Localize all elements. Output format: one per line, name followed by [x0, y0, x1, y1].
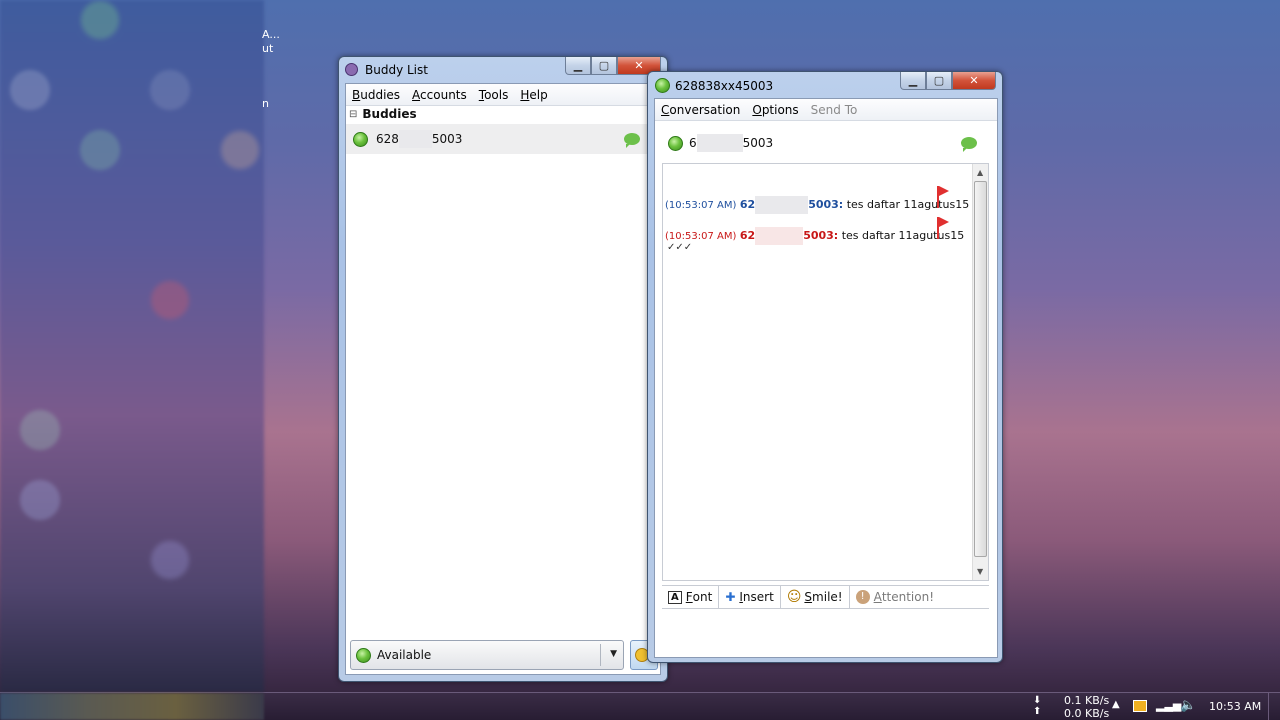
window-title: Buddy List — [365, 63, 428, 77]
insert-button[interactable]: ✚ Insert — [719, 586, 781, 608]
menu-buddies[interactable]: Buddies — [346, 88, 406, 102]
redacted-block — [755, 196, 809, 214]
message-timestamp: (10:53:07 AM) — [665, 200, 737, 211]
conversation-titlebar[interactable]: 628838xx45003 ▁ ▢ ✕ — [648, 72, 1002, 98]
menu-conversation[interactable]: Conversation — [655, 103, 746, 117]
plus-icon: ✚ — [725, 590, 736, 604]
taskbar-left-blurred — [0, 693, 264, 720]
font-button[interactable]: A Font — [662, 586, 720, 608]
chat-bubble-icon — [624, 133, 640, 148]
contact-name-prefix: 6 — [689, 136, 697, 150]
buddy-list-client: Buddies Accounts Tools Help ⊟ Buddies 62… — [345, 83, 661, 675]
taskbar: ⬇ ⬆ 0.1 KB/s 0.0 KB/s ▲ ▂▃▅ 🔈 10:53 AM — [0, 692, 1280, 720]
message-sender-prefix: 62 — [739, 198, 756, 211]
conversation-window: 628838xx45003 ▁ ▢ ✕ Conversation Options… — [647, 71, 1003, 663]
message-input[interactable] — [662, 611, 989, 653]
smile-button[interactable]: ☺ Smile! — [781, 586, 850, 608]
buddy-name-prefix: 628 — [376, 132, 399, 146]
scroll-up-arrow[interactable]: ▲ — [977, 168, 983, 177]
attention-icon: ! — [855, 590, 870, 604]
available-status-icon — [655, 78, 670, 93]
show-desktop-button[interactable] — [1268, 693, 1280, 720]
buddy-list-menubar: Buddies Accounts Tools Help — [346, 84, 660, 106]
minimize-button[interactable]: ▁ — [900, 72, 926, 90]
menu-options[interactable]: Options — [746, 103, 804, 117]
desktop-label-fragment: A... — [262, 28, 280, 41]
dropdown-divider — [600, 644, 601, 666]
delivery-checkmarks: ✓✓✓ — [667, 242, 693, 253]
message-text: tes daftar 11agutus15 — [841, 229, 965, 242]
action-center-icon[interactable] — [1133, 700, 1147, 712]
message-row: (10:53:07 AM) 62 5003: tes daftar 11agutu… — [665, 196, 969, 214]
message-history[interactable]: (10:53:07 AM) 62 5003: tes daftar 11agutu… — [662, 163, 989, 581]
redacted-block — [398, 130, 432, 148]
message-timestamp: (10:53:07 AM) — [665, 231, 737, 242]
conversation-menubar: Conversation Options Send To — [655, 99, 997, 121]
buddy-list-window: Buddy List ▁ ▢ ✕ Buddies Accounts Tools … — [338, 56, 668, 682]
window-title: 628838xx45003 — [675, 79, 774, 93]
available-status-icon — [356, 647, 371, 663]
font-icon: A — [668, 590, 682, 604]
available-status-icon — [668, 135, 683, 151]
minimize-button[interactable]: ▁ — [565, 57, 591, 75]
menu-send-to: Send To — [810, 102, 858, 117]
pidgin-icon — [345, 63, 358, 76]
attention-button[interactable]: ! Attention! — [850, 586, 940, 608]
volume-icon[interactable]: 🔈 — [1180, 698, 1196, 713]
close-button[interactable]: ✕ — [952, 72, 996, 90]
network-speed-icon: ⬇ ⬆ — [1033, 695, 1042, 717]
chevron-down-icon[interactable]: ▼ — [610, 649, 617, 659]
available-status-icon — [353, 131, 368, 147]
chat-bubble-icon — [961, 137, 977, 152]
buddy-list-titlebar[interactable]: Buddy List ▁ ▢ ✕ — [339, 57, 667, 83]
redacted-block — [755, 227, 804, 245]
buddy-name-suffix: 5003 — [431, 132, 463, 146]
menu-help[interactable]: Help — [514, 88, 553, 102]
message-sender-suffix: 5003: — [808, 198, 844, 211]
message-sender-prefix: 62 — [739, 229, 756, 242]
signal-icon[interactable]: ▂▃▅ — [1156, 699, 1181, 712]
format-toolbar: A Font ✚ Insert ☺ Smile! ! Attention! — [662, 585, 989, 609]
menu-accounts[interactable]: Accounts — [406, 88, 473, 102]
flag-icon-cloth — [939, 217, 949, 227]
download-speed: 0.0 KB/s — [1064, 707, 1110, 720]
maximize-button[interactable]: ▢ — [926, 72, 952, 90]
group-header-buddies[interactable]: ⊟ Buddies — [346, 106, 660, 122]
conversation-client: Conversation Options Send To 6 5003 (10:… — [654, 98, 998, 658]
redacted-block — [696, 134, 743, 152]
vertical-scrollbar[interactable]: ▲ ▼ — [972, 164, 988, 580]
scrollbar-thumb[interactable] — [974, 181, 987, 557]
maximize-button[interactable]: ▢ — [591, 57, 617, 75]
message-row: (10:53:07 AM) 62 5003: tes daftar 11agutu… — [665, 227, 964, 245]
desktop-icons-blurred — [0, 0, 264, 692]
desktop-label-fragment: n — [262, 97, 269, 110]
scroll-down-arrow[interactable]: ▼ — [977, 567, 983, 576]
clock[interactable]: 10:53 AM — [1209, 700, 1261, 713]
contact-name-suffix: 5003 — [742, 136, 774, 150]
message-text: tes daftar 11agutus15 — [846, 198, 970, 211]
group-name: Buddies — [362, 107, 417, 121]
message-sender-suffix: 5003: — [803, 229, 839, 242]
status-selector[interactable]: Available ▼ — [350, 640, 624, 670]
flag-icon-cloth — [939, 186, 949, 196]
status-label: Available — [377, 648, 432, 662]
contact-header: 6 5003 — [655, 123, 997, 163]
desktop-label-fragment: ut — [262, 42, 274, 55]
menu-tools[interactable]: Tools — [473, 88, 515, 102]
buddy-row[interactable]: 628 5003 — [346, 124, 660, 154]
upload-speed: 0.1 KB/s — [1064, 694, 1110, 707]
show-hidden-icons-button[interactable]: ▲ — [1112, 699, 1120, 710]
smiley-icon: ☺ — [786, 589, 802, 605]
collapse-icon[interactable]: ⊟ — [349, 109, 357, 120]
